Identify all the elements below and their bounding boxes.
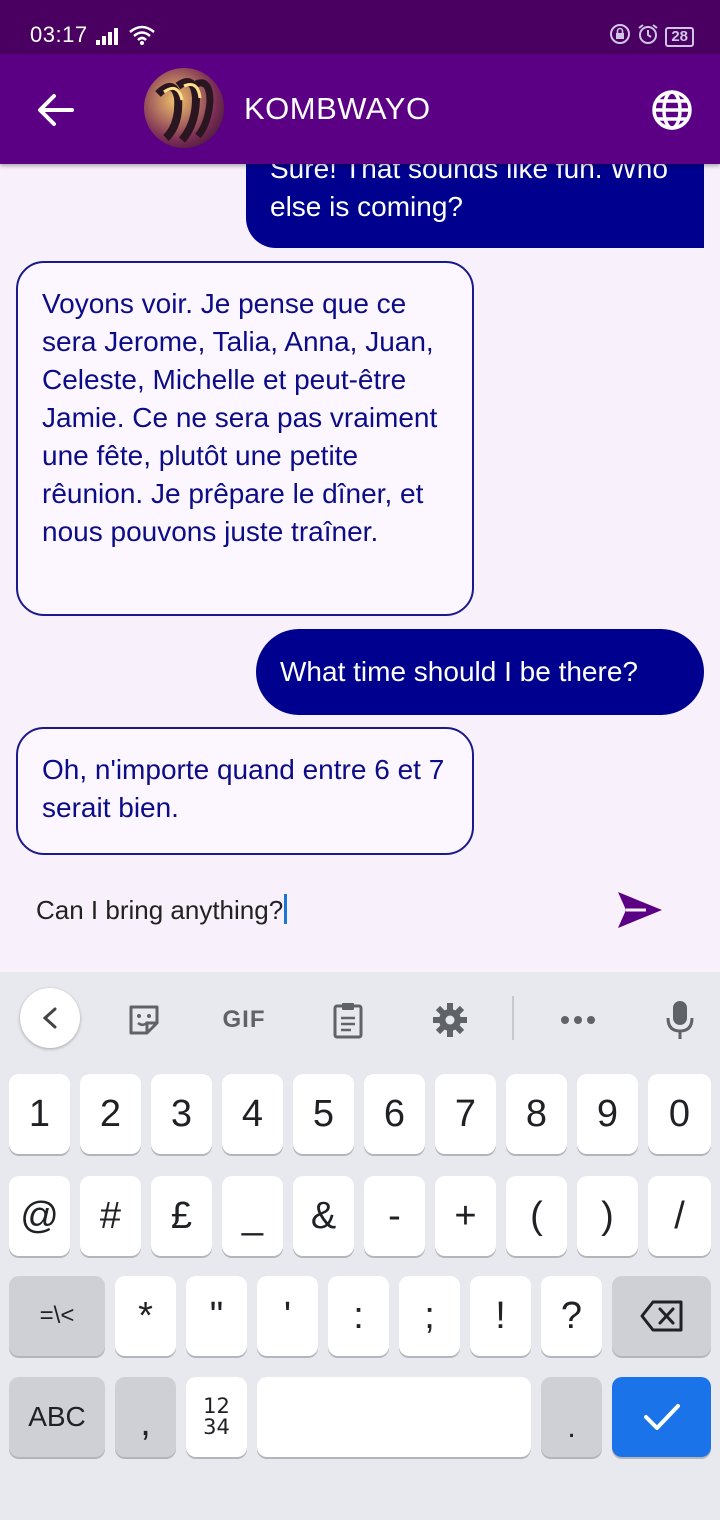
clipboard-button[interactable] <box>326 998 370 1042</box>
lock-rotation-icon <box>609 23 631 50</box>
arrow-left-icon <box>38 94 74 126</box>
gif-button[interactable]: GIF <box>214 998 274 1042</box>
message-outgoing[interactable]: Sure! That sounds like fun. Who else is … <box>246 164 704 248</box>
key-hash[interactable]: # <box>80 1176 141 1256</box>
message-incoming[interactable]: Voyons voir. Je pense que ce sera Jerome… <box>16 261 474 616</box>
keyboard-collapse-button[interactable] <box>20 988 80 1048</box>
key-5[interactable]: 5 <box>293 1074 354 1154</box>
key-comma[interactable]: , <box>115 1377 176 1457</box>
key-2[interactable]: 2 <box>80 1074 141 1154</box>
keyboard-toolbar: GIF <box>0 972 720 1068</box>
key-8[interactable]: 8 <box>506 1074 567 1154</box>
key-minus[interactable]: - <box>364 1176 425 1256</box>
checkmark-icon <box>643 1404 680 1430</box>
key-asterisk[interactable]: * <box>115 1276 176 1356</box>
send-button[interactable] <box>616 890 664 930</box>
done-key[interactable] <box>612 1377 711 1457</box>
back-button[interactable] <box>36 92 76 128</box>
numpad-label-top: 12 <box>203 1394 230 1418</box>
globe-icon <box>652 90 692 130</box>
key-underscore[interactable]: _ <box>222 1176 283 1256</box>
clipboard-icon <box>333 1003 363 1039</box>
key-0[interactable]: 0 <box>648 1074 711 1154</box>
toolbar-divider <box>512 996 514 1040</box>
alarm-icon <box>637 23 659 50</box>
key-colon[interactable]: : <box>328 1276 389 1356</box>
send-icon <box>618 892 662 928</box>
key-4[interactable]: 4 <box>222 1074 283 1154</box>
settings-button[interactable] <box>428 998 472 1042</box>
voice-input-button[interactable] <box>658 998 702 1042</box>
wifi-icon <box>128 24 156 51</box>
status-bar: 03:17 28 <box>0 0 720 54</box>
key-plus[interactable]: + <box>435 1176 496 1256</box>
keyboard: GIF 1 2 3 4 5 6 7 8 9 0 @ # £ _ & - + ( … <box>0 972 720 1520</box>
key-7[interactable]: 7 <box>435 1074 496 1154</box>
key-exclamation[interactable]: ! <box>470 1276 531 1356</box>
key-9[interactable]: 9 <box>577 1074 638 1154</box>
numpad-key[interactable]: 12 34 <box>186 1377 247 1457</box>
chevron-left-icon <box>42 1007 57 1029</box>
battery-indicator: 28 <box>665 26 694 47</box>
translate-button[interactable] <box>650 88 694 132</box>
sticker-button[interactable] <box>122 998 166 1042</box>
more-options-button[interactable] <box>556 998 600 1042</box>
message-input[interactable]: Can I bring anything? <box>36 894 288 926</box>
chat-title: KOMBWAYO <box>244 91 431 126</box>
numpad-label-bottom: 34 <box>203 1415 230 1439</box>
key-question[interactable]: ? <box>541 1276 602 1356</box>
key-3[interactable]: 3 <box>151 1074 212 1154</box>
key-close-paren[interactable]: ) <box>577 1176 638 1256</box>
status-time: 03:17 <box>30 22 88 47</box>
key-1[interactable]: 1 <box>9 1074 70 1154</box>
space-bar[interactable] <box>257 1377 531 1457</box>
key-open-paren[interactable]: ( <box>506 1176 567 1256</box>
key-double-quote[interactable]: " <box>186 1276 247 1356</box>
key-period[interactable]: . <box>541 1377 602 1457</box>
key-ampersand[interactable]: & <box>293 1176 354 1256</box>
text-cursor <box>284 894 288 924</box>
backspace-key[interactable] <box>612 1276 711 1356</box>
key-semicolon[interactable]: ; <box>399 1276 460 1356</box>
avatar[interactable] <box>144 68 224 148</box>
status-right-icons: 28 <box>609 23 694 50</box>
microphone-icon <box>666 1001 694 1039</box>
key-slash[interactable]: / <box>648 1176 711 1256</box>
key-pound[interactable]: £ <box>151 1176 212 1256</box>
backspace-icon <box>640 1300 682 1332</box>
key-at[interactable]: @ <box>9 1176 70 1256</box>
message-outgoing[interactable]: What time should I be there? <box>256 629 704 715</box>
key-6[interactable]: 6 <box>364 1074 425 1154</box>
sticker-icon <box>129 1005 159 1035</box>
symbols-shift-key[interactable]: =\< <box>9 1276 105 1356</box>
message-incoming[interactable]: Oh, n'importe quand entre 6 et 7 serait … <box>16 727 474 855</box>
abc-key[interactable]: ABC <box>9 1377 105 1457</box>
gear-icon <box>433 1003 467 1037</box>
message-composer: Can I bring anything? <box>0 864 720 972</box>
message-list[interactable]: Sure! That sounds like fun. Who else is … <box>0 164 720 864</box>
app-bar: KOMBWAYO <box>0 54 720 164</box>
key-single-quote[interactable]: ' <box>257 1276 318 1356</box>
more-horizontal-icon <box>561 1016 595 1024</box>
message-input-text: Can I bring anything? <box>36 895 284 925</box>
signal-icon <box>96 27 122 50</box>
